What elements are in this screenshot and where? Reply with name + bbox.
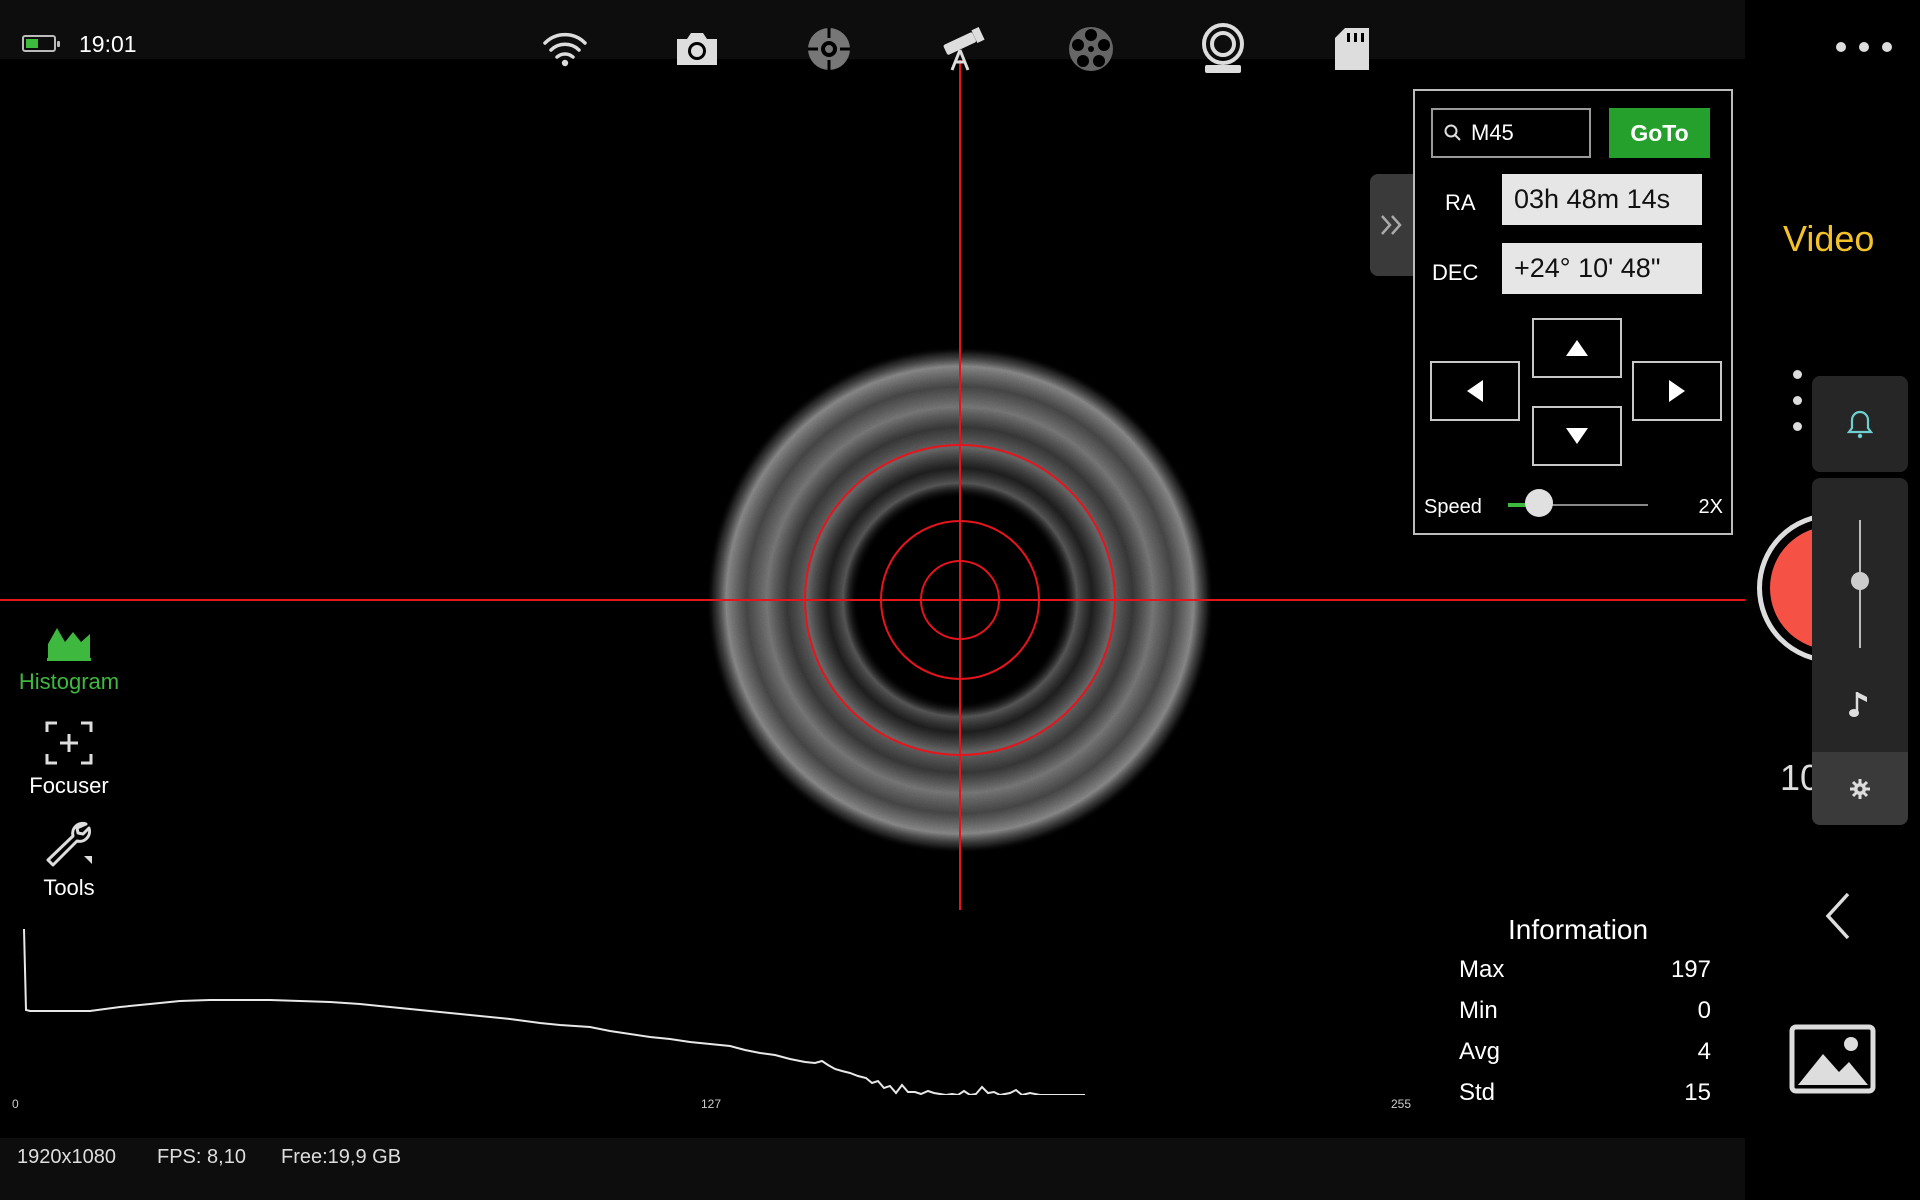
top-status-bar [0,0,1745,59]
bell-icon [1846,410,1874,439]
histogram-tick-127: 127 [701,1097,722,1111]
histogram-icon [47,628,91,661]
arrow-up-icon [1566,340,1588,356]
goto-button[interactable]: GoTo [1609,108,1710,158]
target-icon[interactable] [802,22,856,76]
histogram-plot [23,928,1085,1095]
filter-wheel-icon[interactable] [1064,22,1118,76]
speed-label: Speed [1424,496,1482,518]
camera-icon[interactable] [670,22,724,76]
fps-readout: FPS: 8,10 [157,1146,246,1168]
histogram-tick-255: 255 [1391,1097,1412,1111]
histogram-label: Histogram [18,669,120,694]
chevron-left-icon [1825,892,1850,940]
speed-slider-knob[interactable] [1525,489,1553,517]
music-note-icon[interactable] [1845,688,1875,727]
focuser-tool-button[interactable]: Focuser [8,720,130,799]
info-key: Avg [1459,1038,1500,1065]
info-value: 4 [1697,1038,1711,1065]
wifi-icon[interactable] [538,22,592,76]
info-key: Min [1459,997,1498,1024]
info-value: 0 [1697,997,1711,1024]
info-value: 15 [1684,1079,1711,1106]
dec-field[interactable]: +24° 10' 48" [1502,243,1702,294]
back-button[interactable] [1816,886,1860,946]
ra-label: RA [1445,190,1476,215]
target-search-input[interactable] [1469,118,1583,148]
list-dots-icon [1793,370,1802,448]
focuser-icon [45,721,93,765]
slew-left-button[interactable] [1430,361,1520,421]
gallery-button[interactable] [1789,1024,1876,1094]
notification-button[interactable] [1812,376,1908,472]
info-row-avg: Avg 4 [1459,1038,1711,1070]
exposure-slider-knob[interactable] [1851,572,1869,590]
info-value: 197 [1670,956,1711,983]
goto-panel-collapse-button[interactable] [1370,174,1414,276]
speed-value: 2X [1698,496,1723,518]
gear-icon [1850,778,1870,799]
info-row-max: Max 197 [1459,956,1711,988]
wrench-icon [46,821,92,867]
arrow-right-icon [1669,380,1685,402]
info-key: Std [1459,1079,1496,1106]
bottom-status-bar [0,1138,1745,1200]
target-search-box [1431,108,1591,158]
arrow-down-icon [1566,428,1588,444]
dec-label: DEC [1432,260,1479,285]
more-options-button[interactable] [1836,34,1892,60]
info-row-std: Std 15 [1459,1079,1711,1111]
arrow-left-icon [1467,380,1483,402]
goto-panel: GoTo RA 03h 48m 14s DEC +24° 10' 48" Spe… [1413,89,1733,535]
histogram-tick-0: 0 [12,1097,19,1111]
double-chevron-right-icon [1381,215,1402,235]
ra-field[interactable]: 03h 48m 14s [1502,174,1702,225]
focuser-label: Focuser [29,773,109,798]
slew-right-button[interactable] [1632,361,1722,421]
image-gallery-icon [1789,1024,1876,1094]
free-storage: Free:19,9 GB [281,1146,402,1168]
frame-resolution: 1920x1080 [17,1146,116,1168]
info-row-min: Min 0 [1459,997,1711,1029]
video-mode-label[interactable]: Video [1783,218,1874,260]
app-screen: 19:01 Histogram Focuser Tools M45 GoTo R… [0,0,1920,1200]
tools-tool-button[interactable]: Tools [8,820,130,901]
slew-down-button[interactable] [1532,406,1622,466]
battery-icon [22,35,60,52]
histogram-tool-button[interactable]: Histogram [8,622,130,695]
tools-label: Tools [43,875,95,900]
webcam-icon[interactable] [1196,22,1250,76]
clock-time: 19:01 [79,31,137,57]
telescope-icon[interactable] [934,22,988,76]
search-icon [1444,124,1461,141]
sd-card-icon[interactable] [1326,22,1380,76]
camera-settings-button[interactable] [1812,752,1908,825]
information-title: Information [1508,914,1649,945]
info-key: Max [1459,956,1505,983]
slew-up-button[interactable] [1532,318,1622,378]
